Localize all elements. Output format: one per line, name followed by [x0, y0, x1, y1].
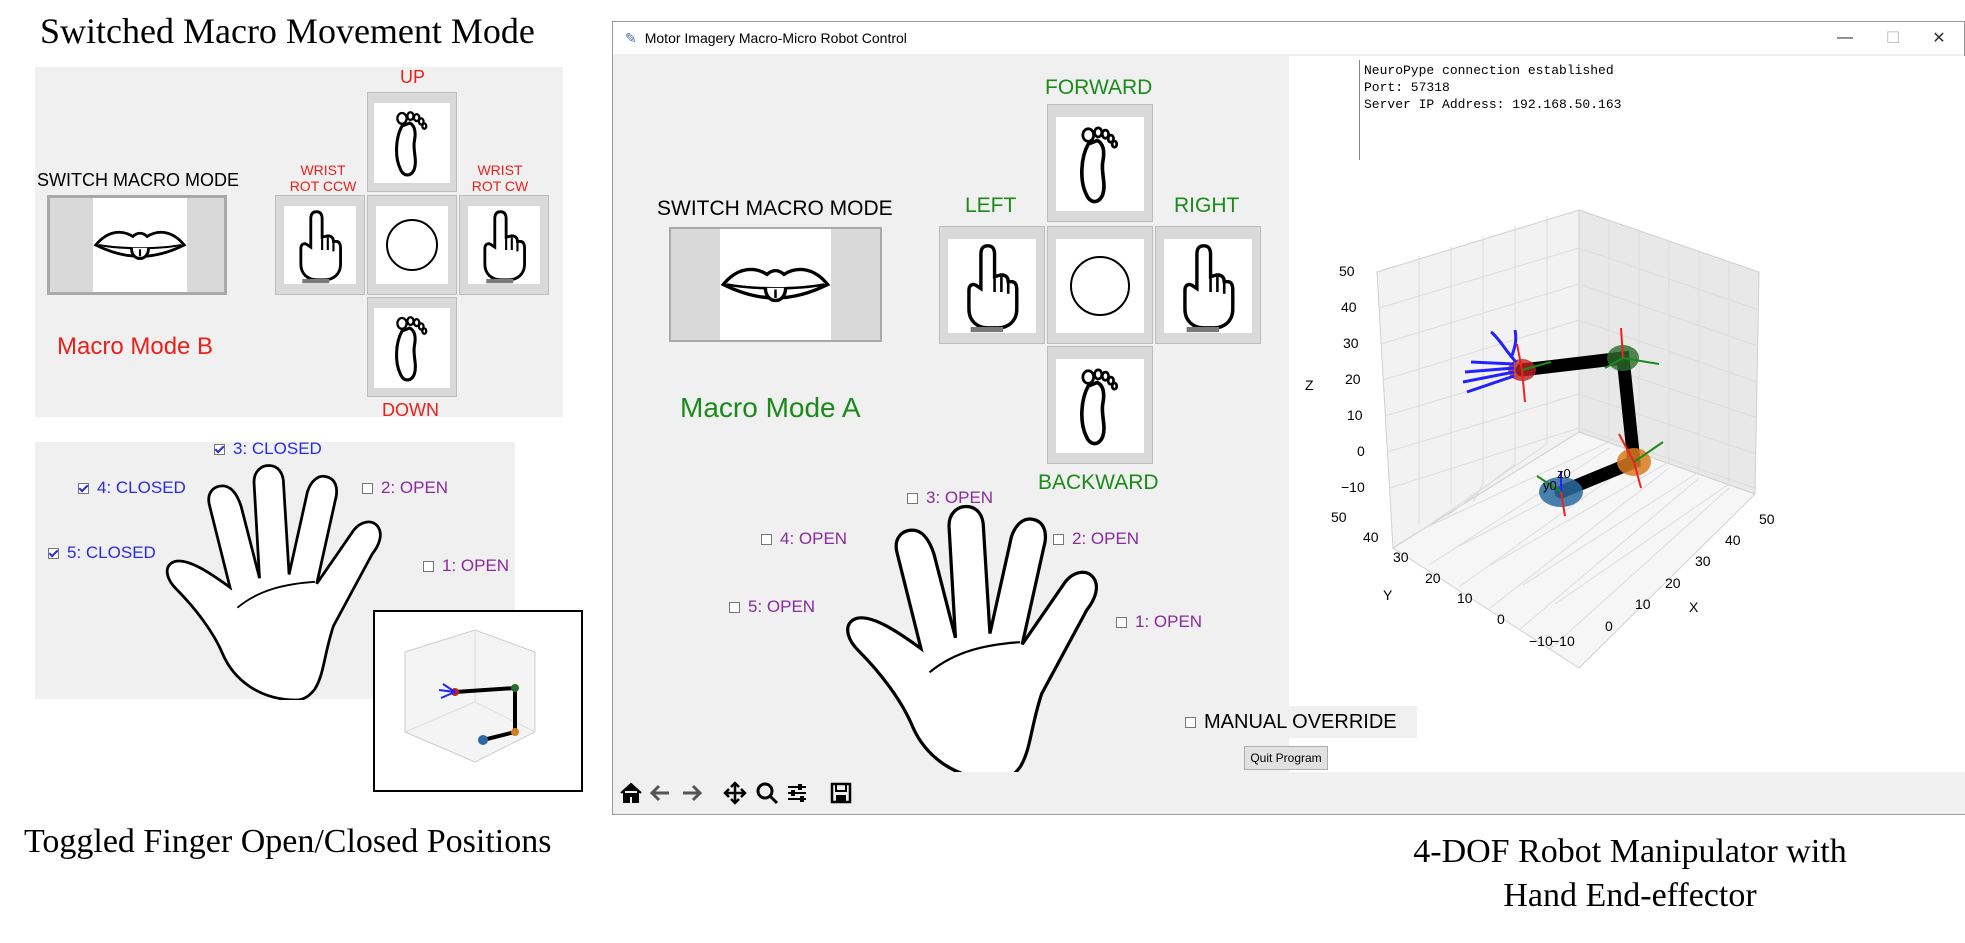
close-button[interactable]: ✕ [1916, 22, 1962, 54]
maximize-button[interactable]: ☐ [1870, 22, 1916, 54]
left-caption: Toggled Finger Open/Closed Positions [24, 823, 552, 860]
x-tick: −10 [1551, 633, 1575, 649]
switch-macro-mode-label: SWITCH MACRO MODE [657, 197, 893, 220]
y-tick: 40 [1363, 529, 1379, 545]
feather-icon: ✎ [625, 29, 637, 46]
z-tick: 30 [1343, 335, 1359, 351]
left-heading: Switched Macro Movement Mode [40, 11, 535, 51]
finger-3-checkbox[interactable]: 3: CLOSED [214, 439, 322, 459]
frame-label: y0 [1543, 478, 1557, 493]
finger-5-checkbox[interactable]: 5: CLOSED [48, 543, 156, 563]
right-button[interactable] [1155, 226, 1261, 344]
right-caption: 4-DOF Robot Manipulator with Hand End-ef… [1390, 830, 1870, 918]
macro-mode-b-label: Macro Mode B [57, 333, 214, 360]
switch-macro-mode-button[interactable] [669, 227, 882, 342]
finger-2-checkbox[interactable]: 2: OPEN [1053, 529, 1139, 549]
switch-macro-mode-label: SWITCH MACRO MODE [37, 170, 239, 190]
x-tick: 50 [1759, 511, 1775, 527]
pointing-hand-icon [284, 206, 356, 284]
foot-icon [395, 110, 428, 177]
plot-thumbnail [373, 610, 583, 792]
x-tick: 30 [1695, 553, 1711, 569]
title-bar: ✎ Motor Imagery Macro-Micro Robot Contro… [613, 22, 1964, 54]
wrist-ccw-button[interactable] [275, 195, 365, 295]
z-tick: 0 [1357, 443, 1365, 459]
plot-toolbar [613, 772, 1965, 814]
pointing-hand-icon [948, 239, 1036, 333]
left-button[interactable] [939, 226, 1045, 344]
center-button[interactable] [1047, 226, 1153, 344]
y-tick: 30 [1393, 549, 1409, 565]
z-tick: 10 [1347, 407, 1363, 423]
down-label: DOWN [382, 400, 439, 420]
right-label: RIGHT [1174, 194, 1240, 217]
minimize-button[interactable]: — [1822, 22, 1868, 54]
console-line: NeuroPype connection established [1364, 63, 1614, 78]
finger-1-checkbox[interactable]: 1: OPEN [423, 556, 509, 576]
wrist-cw-label: WRIST ROT CW [471, 162, 529, 194]
foot-icon [395, 315, 428, 382]
z-tick: −10 [1341, 479, 1365, 495]
x-axis-label: X [1689, 599, 1699, 615]
backward-label: BACKWARD [1038, 471, 1159, 494]
back-icon[interactable] [647, 778, 675, 808]
z-tick: 20 [1345, 371, 1361, 387]
frame-label: z0 [1557, 466, 1571, 481]
y-tick: 50 [1331, 509, 1347, 525]
x-tick: 0 [1605, 618, 1613, 634]
up-label: UP [400, 67, 426, 87]
right-caption-line: Hand End-effector [1503, 877, 1757, 914]
foot-icon [1080, 368, 1119, 446]
quit-program-button[interactable]: Quit Program [1244, 746, 1328, 770]
console-output: NeuroPype connection established Port: 5… [1359, 60, 1908, 160]
y-tick: 10 [1457, 590, 1473, 606]
up-button[interactable] [367, 92, 457, 192]
console-line: Server IP Address: 192.168.50.163 [1364, 97, 1622, 112]
finger-4-checkbox[interactable]: 4: CLOSED [78, 478, 186, 498]
finger-2-checkbox[interactable]: 2: OPEN [362, 478, 448, 498]
forward-button[interactable] [1047, 104, 1153, 222]
console-line: Port: 57318 [1364, 80, 1450, 95]
finger-4-checkbox[interactable]: 4: OPEN [761, 529, 847, 549]
y-axis-label: Y [1383, 587, 1393, 603]
x-tick: 10 [1635, 596, 1651, 612]
x-tick: 20 [1665, 575, 1681, 591]
wrist-ccw-label: WRIST ROT CCW [289, 162, 357, 194]
backward-button[interactable] [1047, 346, 1153, 464]
down-button[interactable] [367, 297, 457, 397]
z-tick: 40 [1341, 299, 1357, 315]
y-tick: −10 [1529, 633, 1553, 649]
wrist-cw-button[interactable] [459, 195, 549, 295]
macro-mode-a-label: Macro Mode A [680, 392, 861, 423]
pan-icon[interactable] [721, 778, 749, 808]
x-tick: 40 [1725, 532, 1741, 548]
zoom-icon[interactable] [753, 778, 781, 808]
circle-icon [386, 219, 438, 271]
y-tick: 20 [1425, 570, 1441, 586]
forward-label: FORWARD [1045, 76, 1153, 99]
forward-icon[interactable] [677, 778, 705, 808]
y-tick: 0 [1497, 611, 1505, 627]
circle-icon [1070, 256, 1130, 316]
configure-icon[interactable] [783, 778, 811, 808]
pointing-hand-icon [468, 206, 540, 284]
robot-3d-plot: 50 40 30 20 10 0 −10 Z 50 40 30 20 10 0 … [1305, 209, 1775, 669]
center-button[interactable] [367, 195, 457, 295]
foot-icon [1080, 126, 1119, 204]
window-title: Motor Imagery Macro-Micro Robot Control [644, 30, 907, 46]
left-label: LEFT [965, 194, 1017, 217]
finger-5-checkbox[interactable]: 5: OPEN [729, 597, 815, 617]
finger-1-checkbox[interactable]: 1: OPEN [1116, 612, 1202, 632]
z-axis-label: Z [1305, 377, 1314, 393]
z-tick: 50 [1339, 263, 1355, 279]
tongue-icon [721, 267, 830, 303]
switch-macro-mode-button[interactable] [47, 195, 227, 295]
home-icon[interactable] [617, 778, 645, 808]
app-window: ✎ Motor Imagery Macro-Micro Robot Contro… [612, 21, 1965, 815]
save-icon[interactable] [827, 778, 855, 808]
tongue-icon [94, 230, 186, 260]
finger-3-checkbox[interactable]: 3: OPEN [907, 488, 993, 508]
right-caption-line: 4-DOF Robot Manipulator with [1413, 833, 1847, 870]
pointing-hand-icon [1164, 239, 1252, 333]
